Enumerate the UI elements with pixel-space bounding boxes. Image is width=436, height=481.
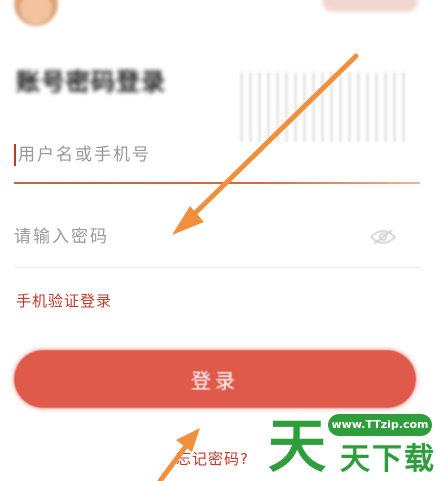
password-field[interactable] — [14, 212, 420, 268]
avatar — [14, 0, 58, 26]
watermark-big-char: 天 — [268, 412, 327, 480]
sms-login-link[interactable]: 手机验证登录 — [16, 290, 112, 311]
watermark-text: 天下载 — [340, 442, 436, 477]
top-header-strip — [0, 0, 436, 30]
forgot-password-link[interactable]: 忘记密码? — [176, 448, 249, 469]
eye-slash-icon[interactable] — [370, 229, 396, 245]
username-underline — [14, 182, 420, 184]
site-watermark-logo: 天 www.TTzip.com 天下载 — [268, 412, 436, 481]
password-underline — [14, 267, 420, 268]
watermark-url: www.TTzip.com — [328, 414, 432, 436]
login-button[interactable]: 登录 — [14, 350, 416, 408]
page-title: 账号密码登录 — [16, 68, 166, 96]
username-input[interactable] — [14, 130, 420, 180]
header-pill-button[interactable] — [322, 0, 418, 12]
password-input[interactable] — [14, 212, 420, 262]
username-field[interactable] — [14, 130, 420, 184]
